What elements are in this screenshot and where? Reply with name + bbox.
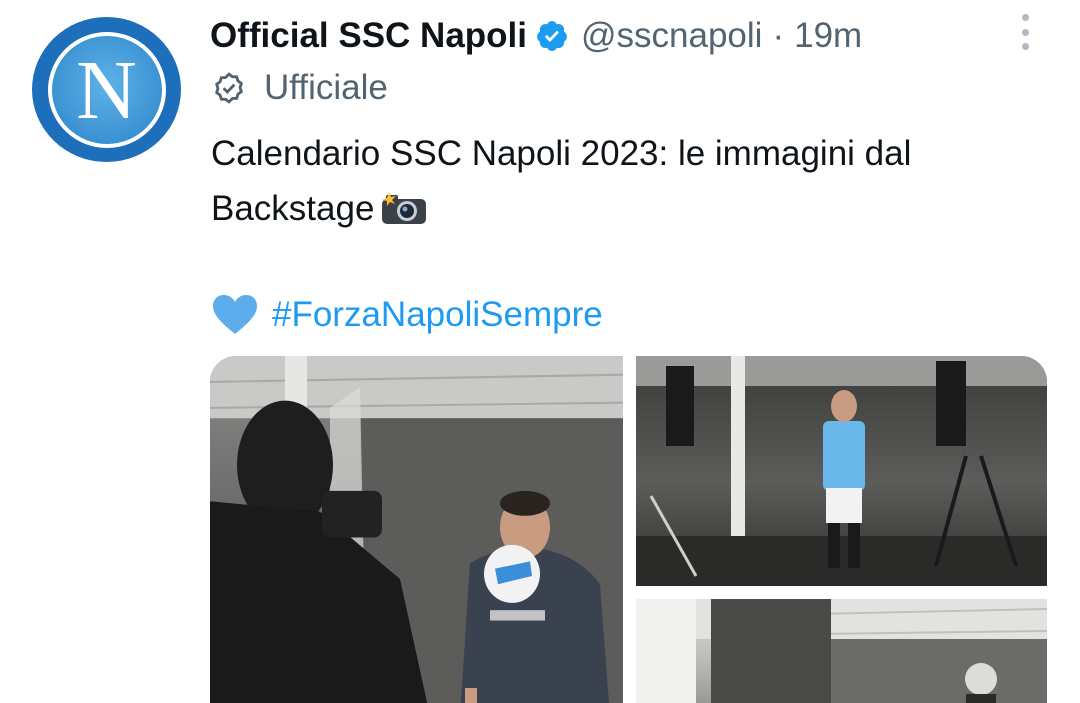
tweet-body: Calendario SSC Napoli 2023: le immagini … — [211, 126, 1051, 236]
tweet-header: Official SSC Napoli @sscnapoli · 19m — [210, 10, 1000, 62]
more-dot — [1021, 43, 1029, 50]
affiliation-label-text: Ufficiale — [264, 68, 388, 107]
blue-heart-emoji-icon — [213, 295, 257, 334]
display-name[interactable]: Official SSC Napoli — [210, 16, 527, 56]
avatar-badge: N — [47, 31, 166, 148]
tweet-timestamp[interactable]: 19m — [794, 16, 862, 56]
photo-3-scene — [636, 599, 1047, 703]
affiliation-label[interactable]: Ufficiale — [212, 66, 388, 110]
more-dot — [1021, 14, 1029, 21]
hashtag-row: #ForzaNapoliSempre — [212, 290, 603, 340]
official-label-icon — [215, 72, 243, 104]
tweet-text-line-1: Calendario SSC Napoli 2023: le immagini … — [211, 134, 912, 173]
avatar-logo-letter: N — [76, 43, 137, 137]
header-separator: · — [772, 16, 785, 55]
tweet-text-line-2: Backstage — [211, 181, 1051, 236]
media-photo-2[interactable] — [636, 356, 1047, 586]
verified-badge-icon — [537, 21, 567, 51]
media-photo-3[interactable] — [636, 599, 1047, 703]
media-photo-1[interactable] — [210, 356, 623, 703]
photo-1-scene — [210, 356, 623, 703]
camera-flash-emoji-icon — [382, 192, 427, 224]
hashtag-link[interactable]: #ForzaNapoliSempre — [272, 295, 603, 335]
profile-avatar[interactable]: N — [32, 17, 181, 162]
user-handle[interactable]: @sscnapoli — [581, 16, 762, 56]
more-dot — [1021, 28, 1029, 36]
tweet-text-line-2-text: Backstage — [211, 189, 375, 228]
photo-2-scene — [636, 356, 1047, 586]
more-options-icon[interactable] — [1014, 12, 1036, 52]
media-grid — [210, 356, 1047, 703]
